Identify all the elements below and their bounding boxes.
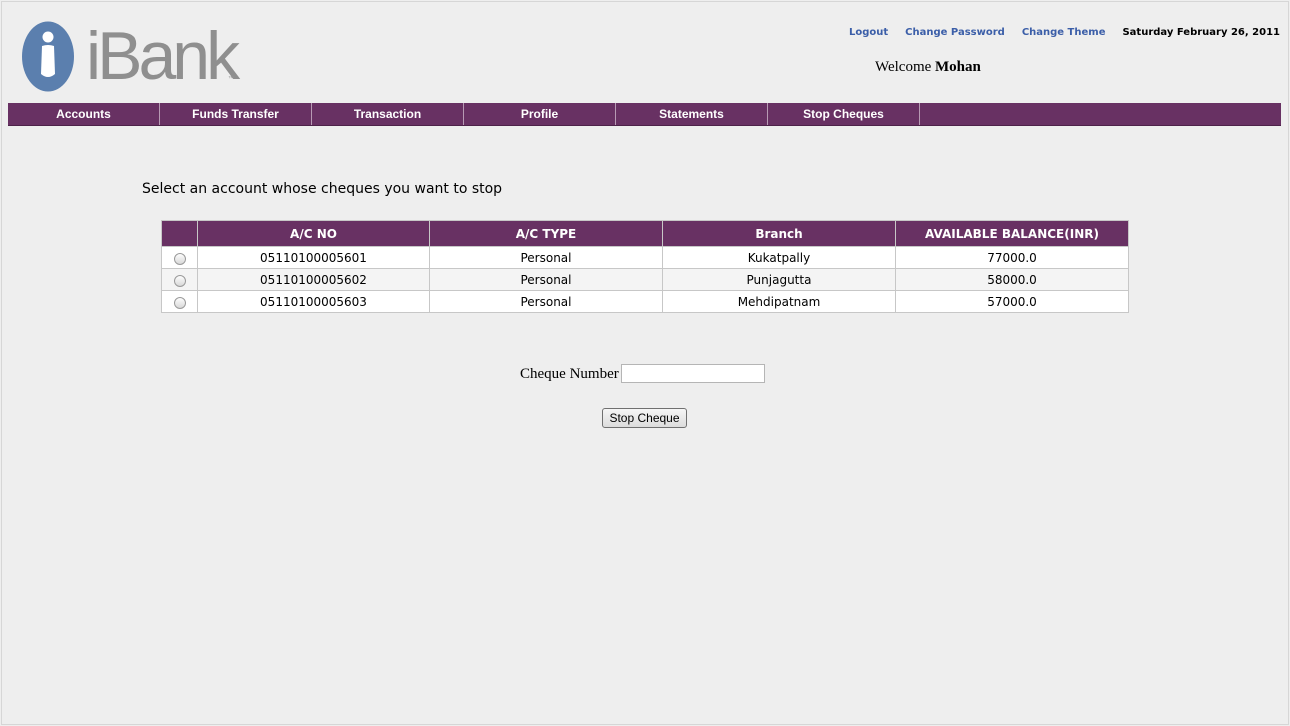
ac-type-header: A/C TYPE <box>429 220 663 247</box>
table-header-row: A/C NO A/C TYPE Branch AVAILABLE BALANCE… <box>161 220 1129 247</box>
change-theme-link[interactable]: Change Theme <box>1022 27 1106 38</box>
table-row: 05110100005603 Personal Mehdipatnam 5700… <box>161 290 1129 313</box>
stop-cheque-button[interactable]: Stop Cheque <box>602 408 687 428</box>
nav-profile[interactable]: Profile <box>464 103 616 125</box>
balance-cell: 77000.0 <box>895 246 1129 269</box>
account-radio[interactable] <box>173 252 186 265</box>
logout-link[interactable]: Logout <box>849 27 888 38</box>
branch-cell: Kukatpally <box>662 246 896 269</box>
account-radio[interactable] <box>173 296 186 309</box>
ac-no-cell: 05110100005602 <box>197 268 430 291</box>
main-nav: Accounts Funds Transfer Transaction Prof… <box>8 103 1281 126</box>
welcome-prefix: Welcome <box>875 59 932 75</box>
ac-type-cell: Personal <box>429 246 663 269</box>
cheque-number-input[interactable] <box>621 364 765 383</box>
nav-statements[interactable]: Statements <box>616 103 768 125</box>
branch-cell: Mehdipatnam <box>662 290 896 313</box>
branch-cell: Punjagutta <box>662 268 896 291</box>
row-select-cell <box>161 268 198 291</box>
change-password-link[interactable]: Change Password <box>905 27 1005 38</box>
balance-cell: 58000.0 <box>895 268 1129 291</box>
ibank-logo: iBank ™ <box>20 20 250 95</box>
ibank-logo-mark-icon <box>22 21 74 92</box>
cheque-number-label: Cheque Number <box>520 366 619 382</box>
select-column-header <box>161 220 198 247</box>
nav-funds-transfer[interactable]: Funds Transfer <box>160 103 312 125</box>
balance-header: AVAILABLE BALANCE(INR) <box>895 220 1129 247</box>
nav-stop-cheques[interactable]: Stop Cheques <box>768 103 920 125</box>
ac-no-cell: 05110100005601 <box>197 246 430 269</box>
ac-no-cell: 05110100005603 <box>197 290 430 313</box>
row-select-cell <box>161 290 198 313</box>
accounts-table: A/C NO A/C TYPE Branch AVAILABLE BALANCE… <box>161 220 1129 313</box>
nav-accounts[interactable]: Accounts <box>8 103 160 125</box>
ac-no-header: A/C NO <box>197 220 430 247</box>
table-row: 05110100005601 Personal Kukatpally 77000… <box>161 246 1129 269</box>
logo-wordmark: iBank <box>86 18 240 94</box>
top-links: Logout Change Password Change Theme Satu… <box>849 27 1280 38</box>
page-instruction: Select an account whose cheques you want… <box>142 181 503 197</box>
table-row: 05110100005602 Personal Punjagutta 58000… <box>161 268 1129 291</box>
balance-cell: 57000.0 <box>895 290 1129 313</box>
ac-type-cell: Personal <box>429 290 663 313</box>
nav-transaction[interactable]: Transaction <box>312 103 464 125</box>
user-name: Mohan <box>935 59 981 75</box>
welcome-message: Welcome Mohan <box>875 59 981 76</box>
logo-trademark: ™ <box>228 76 234 82</box>
account-radio[interactable] <box>173 274 186 287</box>
row-select-cell <box>161 246 198 269</box>
current-date: Saturday February 26, 2011 <box>1122 27 1280 38</box>
branch-header: Branch <box>662 220 896 247</box>
ac-type-cell: Personal <box>429 268 663 291</box>
